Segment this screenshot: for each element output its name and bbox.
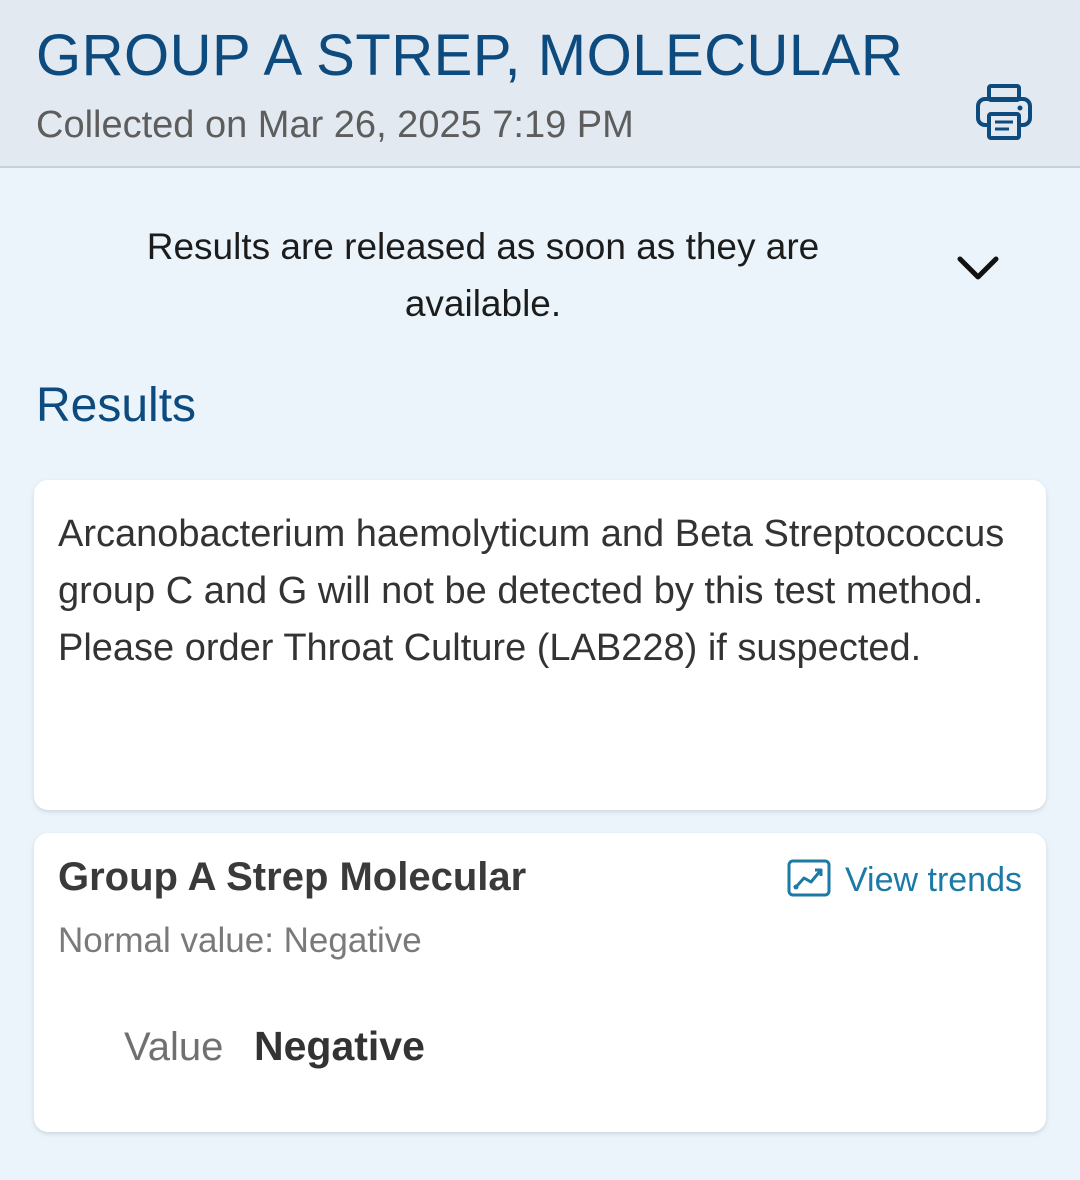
results-section-title: Results [36, 379, 197, 432]
chevron-down-icon [956, 253, 1000, 288]
view-trends-label: View trends [844, 861, 1022, 899]
printer-icon [974, 82, 1034, 147]
value-label: Value [124, 1025, 224, 1069]
result-component-card: Group A Strep Molecular View trends Norm… [34, 833, 1046, 1132]
result-note-text: Arcanobacterium haemolyticum and Beta St… [58, 513, 1015, 669]
component-name: Group A Strep Molecular [58, 855, 527, 899]
view-trends-link[interactable]: View trends [787, 859, 1022, 902]
normal-value: Normal value: Negative [58, 921, 422, 960]
release-notice-text: Results are released as soon as they are… [146, 226, 820, 324]
page-header: GROUP A STREP, MOLECULAR Collected on Ma… [0, 0, 1080, 168]
result-note-card: Arcanobacterium haemolyticum and Beta St… [34, 480, 1046, 810]
collected-date: Collected on Mar 26, 2025 7:19 PM [36, 104, 634, 146]
result-value: Negative [254, 1023, 425, 1069]
release-notice[interactable]: Results are released as soon as they are… [0, 168, 1080, 358]
print-button[interactable] [968, 80, 1040, 148]
page-title: GROUP A STREP, MOLECULAR [36, 23, 904, 88]
trend-chart-icon [787, 859, 831, 902]
expand-notice-button[interactable] [942, 240, 1014, 300]
